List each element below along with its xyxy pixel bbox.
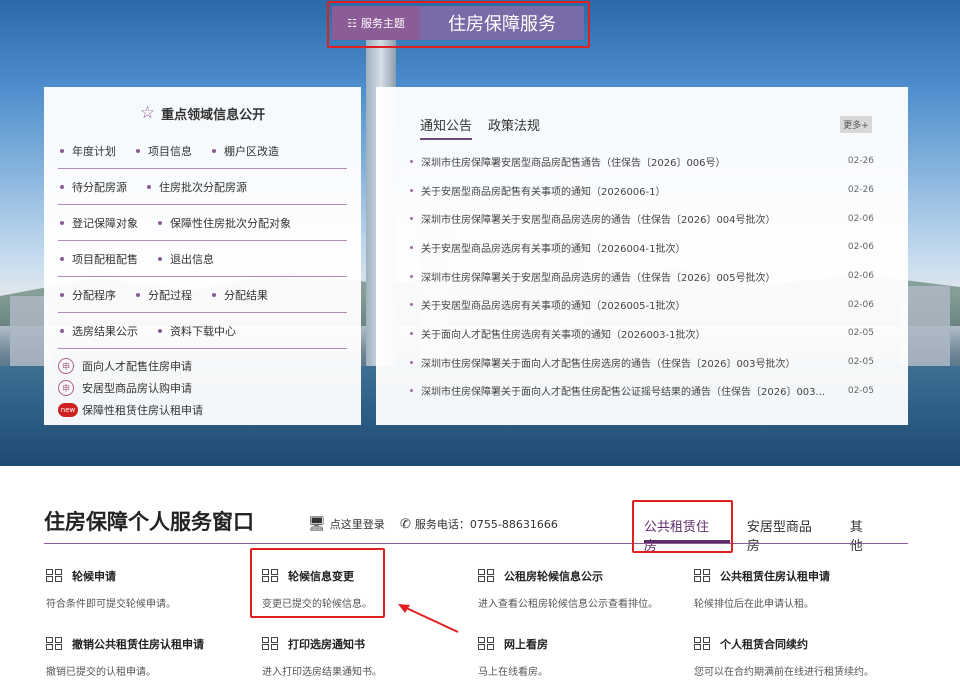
grid-icon [694,637,712,651]
service-cancel-rental[interactable]: 撤销公共租赁住房认租申请 撤销已提交的认租申请。 [46,636,258,678]
apply-icon: 申 [58,380,74,396]
list-item[interactable]: 深圳市住房保障署关于安居型商品房选房的通告（住保告〔2026〕005号批次） 02… [410,262,874,291]
list-item[interactable]: 关于安居型商品房选房有关事项的通知（2026004-1批次） 02-06 [410,233,874,262]
panel-title: ☆ 重点领域信息公开 [139,103,266,123]
phone-icon: ✆ [400,516,411,532]
list-item[interactable]: 深圳市住房保障署关于安居型商品房选房的通告（住保告〔2026〕004号批次） 02… [410,204,874,233]
grid-icon [478,569,496,583]
app-affordable-housing[interactable]: 申安居型商品房认购申请 [58,377,347,399]
app-talent-housing[interactable]: 申面向人才配售住房申请 [58,355,347,377]
link-batch-housing[interactable]: 住房批次分配房源 [145,179,247,195]
more-button[interactable]: 更多+ [840,116,872,133]
service-waitlist-notice[interactable]: 公租房轮候信息公示 进入查看公租房轮候信息公示查看排位。 [478,568,690,610]
tab-policies[interactable]: 政策法规 [488,115,540,140]
section-title: 住房保障个人服务窗口 [44,510,254,534]
link-project-info[interactable]: 项目信息 [134,143,192,159]
service-online-viewing[interactable]: 网上看房 马上在线看房。 [478,636,690,678]
notice-panel: 通知公告 政策法规 更多+ 深圳市住房保障署安居型商品房配售通告（住保告〔202… [376,87,908,425]
link-row: 分配程序 分配过程 分配结果 [58,277,347,313]
link-batch-objects[interactable]: 保障性住房批次分配对象 [156,215,291,231]
link-selection-result[interactable]: 选房结果公示 [58,323,138,339]
tab-affordable[interactable]: 安居型商品房 [747,516,814,554]
link-row: 选房结果公示 资料下载中心 [58,313,347,349]
link-pending-housing[interactable]: 待分配房源 [58,179,127,195]
link-row: 待分配房源 住房批次分配房源 [58,169,347,205]
star-icon: ☆ [139,103,156,123]
grid-icon [46,637,64,651]
service-rental-apply[interactable]: 公共租赁住房认租申请 轮候排位后在此申请认租。 [694,568,906,610]
list-item[interactable]: 深圳市住房保障署安居型商品房配售通告（住保告〔2026〕006号） 02-26 [410,147,874,176]
link-row: 项目配租配售 退出信息 [58,241,347,277]
highlight-box [632,500,733,553]
link-project-allocation[interactable]: 项目配租配售 [58,251,138,267]
info-disclosure-panel: ☆ 重点领域信息公开 年度计划 项目信息 棚户区改造 待分配房源 住房批次分配房源 登记… [44,87,361,425]
notice-list: 深圳市住房保障署安居型商品房配售通告（住保告〔2026〕006号） 02-26 关… [410,147,874,405]
grid-icon [262,637,280,651]
monitor-icon: 🖥 [308,516,326,532]
link-shantytown[interactable]: 棚户区改造 [210,143,279,159]
list-item[interactable]: 关于安居型商品房配售有关事项的通知（2026006-1） 02-26 [410,176,874,205]
highlight-box [327,1,590,48]
application-links: 申面向人才配售住房申请 申安居型商品房认购申请 new 保障性租赁住房认租申请 [58,355,347,421]
link-registered-objects[interactable]: 登记保障对象 [58,215,138,231]
new-badge-icon: new [58,403,78,417]
tab-notices[interactable]: 通知公告 [420,115,473,140]
link-annual-plan[interactable]: 年度计划 [58,143,116,159]
service-phone: ✆ 服务电话：0755-88631666 [400,516,558,532]
grid-icon [694,569,712,583]
login-link[interactable]: 🖥 点这里登录 [308,516,385,532]
list-item[interactable]: 深圳市住房保障署关于面向人才配售住房配售公证摇号结果的通告（住保告〔2026〕0… [410,377,874,406]
annotation-arrow-icon [398,604,459,633]
link-download[interactable]: 资料下载中心 [156,323,236,339]
grid-icon [478,637,496,651]
notice-tabs: 通知公告 政策法规 [420,115,908,140]
list-item[interactable]: 关于面向人才配售住房选房有关事项的通知（2026003-1批次） 02-05 [410,319,874,348]
service-print-notice[interactable]: 打印选房通知书 进入打印选房结果通知书。 [262,636,474,678]
grid-icon [46,569,64,583]
list-item[interactable]: 深圳市住房保障署关于面向人才配售住房选房的通告（住保告〔2026〕003号批次）… [410,348,874,377]
service-lease-renewal[interactable]: 个人租赁合同续约 您可以在合约期满前在线进行租赁续约。 [694,636,906,678]
divider [44,543,908,544]
link-process[interactable]: 分配过程 [134,287,192,303]
link-exit-info[interactable]: 退出信息 [156,251,214,267]
app-rental-housing[interactable]: new 保障性租赁住房认租申请 [58,399,347,421]
list-item[interactable]: 关于安居型商品房选房有关事项的通知（2026005-1批次） 02-06 [410,290,874,319]
tab-other[interactable]: 其他 [850,516,872,554]
highlight-box [250,548,385,618]
service-waitlist-apply[interactable]: 轮候申请 符合条件即可提交轮候申请。 [46,568,258,610]
link-result[interactable]: 分配结果 [210,287,268,303]
link-row: 年度计划 项目信息 棚户区改造 [58,133,347,169]
link-procedure[interactable]: 分配程序 [58,287,116,303]
link-row: 登记保障对象 保障性住房批次分配对象 [58,205,347,241]
apply-icon: 申 [58,358,74,374]
